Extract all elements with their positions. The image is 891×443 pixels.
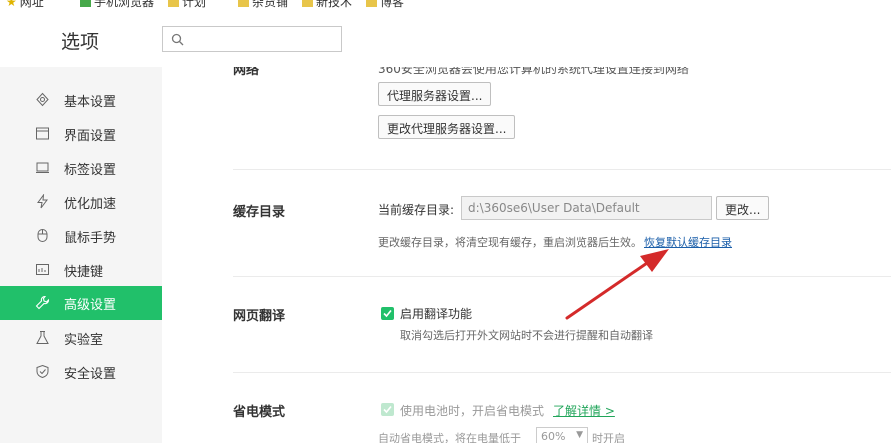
section-label-cache: 缓存目录 bbox=[233, 205, 286, 220]
auto-power-prefix: 自动省电模式，将在电量低于 bbox=[378, 432, 521, 443]
page-title: 选项 bbox=[61, 31, 100, 53]
cache-path-field[interactable]: d:\360se6\User Data\Default bbox=[461, 196, 712, 220]
section-label-translate: 网页翻译 bbox=[233, 309, 286, 324]
sidebar-item-shortcuts[interactable]: 快捷键 bbox=[0, 253, 162, 287]
star-icon: ★ bbox=[6, 0, 17, 9]
bookmark-item[interactable]: 博客 bbox=[366, 0, 404, 10]
sidebar-item-basic[interactable]: 基本设置 bbox=[0, 83, 162, 117]
tab-icon bbox=[36, 162, 49, 173]
divider bbox=[233, 372, 891, 373]
restore-default-cache-link[interactable]: 恢复默认缓存目录 bbox=[644, 234, 732, 250]
divider bbox=[233, 276, 891, 277]
translate-checkbox[interactable] bbox=[381, 307, 394, 320]
wrench-icon bbox=[35, 295, 50, 310]
auto-power-suffix: 时开启 bbox=[592, 432, 625, 443]
sidebar-item-interface[interactable]: 界面设置 bbox=[0, 117, 162, 151]
settings-icon bbox=[36, 92, 49, 107]
flask-icon bbox=[36, 331, 49, 344]
keyboard-icon bbox=[36, 264, 49, 275]
search-input[interactable] bbox=[162, 26, 342, 52]
bookmark-item[interactable]: 计划 bbox=[168, 0, 206, 10]
bookmark-item[interactable]: 新技术 bbox=[302, 0, 352, 10]
network-description: 360安全浏览器会使用您计算机的系统代理设置连接到网络 bbox=[378, 67, 689, 76]
options-header: 选项 bbox=[0, 10, 891, 67]
sidebar-item-speed[interactable]: 优化加速 bbox=[0, 185, 162, 219]
sidebar-item-security[interactable]: 安全设置 bbox=[0, 355, 162, 389]
battery-threshold-select[interactable]: 60% ▼ bbox=[536, 427, 588, 443]
search-icon bbox=[171, 33, 184, 46]
sidebar-item-advanced[interactable]: 高级设置 bbox=[0, 286, 162, 320]
settings-content: 网络 360安全浏览器会使用您计算机的系统代理设置连接到网络 代理服务器设置..… bbox=[162, 67, 891, 443]
cache-current-label: 当前缓存目录: bbox=[378, 203, 455, 217]
folder-icon bbox=[168, 0, 179, 7]
learn-more-link[interactable]: 了解详情 > bbox=[553, 402, 615, 419]
folder-icon bbox=[238, 0, 249, 7]
folder-icon bbox=[366, 0, 377, 7]
lightning-icon bbox=[37, 194, 48, 209]
bookmarks-bar: ★ 网址 手机浏览器 计划 杂货铺 新技术 博客 bbox=[0, 0, 891, 10]
sidebar-item-lab[interactable]: 实验室 bbox=[0, 321, 162, 355]
chevron-down-icon: ▼ bbox=[576, 430, 583, 440]
phone-icon bbox=[80, 0, 91, 7]
section-label-network: 网络 bbox=[233, 67, 260, 78]
translate-enable-label: 启用翻译功能 bbox=[400, 307, 473, 321]
folder-icon bbox=[302, 0, 313, 7]
translate-hint: 取消勾选后打开外文网站时不会进行提醒和自动翻译 bbox=[400, 329, 653, 342]
checkmark-icon bbox=[383, 405, 392, 414]
checkmark-icon bbox=[383, 309, 392, 318]
mouse-icon bbox=[37, 229, 48, 242]
window-icon bbox=[36, 127, 49, 140]
battery-saving-checkbox[interactable] bbox=[381, 403, 394, 416]
divider bbox=[233, 169, 891, 170]
bookmark-item[interactable]: ★ 网址 bbox=[6, 0, 44, 10]
bookmark-item[interactable]: 杂货铺 bbox=[238, 0, 288, 10]
cache-hint: 更改缓存目录，将清空现有缓存，重启浏览器后生效。 bbox=[378, 236, 642, 249]
change-proxy-button[interactable]: 更改代理服务器设置... bbox=[378, 115, 516, 139]
shield-icon bbox=[36, 364, 49, 379]
proxy-settings-button[interactable]: 代理服务器设置... bbox=[378, 82, 492, 106]
change-cache-button[interactable]: 更改... bbox=[716, 196, 770, 220]
battery-saving-label: 使用电池时，开启省电模式 bbox=[400, 404, 545, 418]
bookmark-item[interactable]: 手机浏览器 bbox=[80, 0, 154, 10]
section-label-power: 省电模式 bbox=[233, 405, 286, 420]
sidebar-item-mouse[interactable]: 鼠标手势 bbox=[0, 219, 162, 253]
sidebar-item-tabs[interactable]: 标签设置 bbox=[0, 151, 162, 185]
sidebar: 基本设置 界面设置 标签设置 优化加速 鼠标手势 快捷键 高级设置 实验室 安全… bbox=[0, 67, 162, 443]
